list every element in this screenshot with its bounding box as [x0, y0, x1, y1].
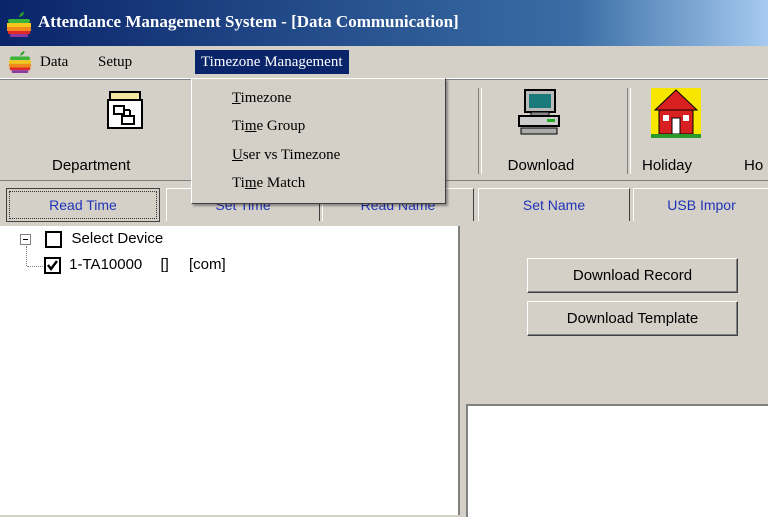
device-name[interactable]: 1-TA10000: [69, 256, 142, 273]
holiday-button[interactable]: Holiday: [636, 80, 716, 180]
school-house-icon: [651, 88, 701, 142]
download-label: Download: [507, 157, 575, 174]
root-checkbox[interactable]: [45, 230, 63, 248]
device-tree: Select Device 1-TA10000 [] [com]: [0, 226, 460, 515]
tree-line: [26, 246, 28, 266]
toolbar-button-truncated[interactable]: Ho: [740, 80, 768, 180]
device-connection: [com]: [188, 256, 226, 273]
menu-item-time-match[interactable]: Time Match: [232, 175, 305, 192]
timezone-management-menu: Timezone Time Group User vs Timezone Tim…: [191, 78, 446, 204]
menu-item-time-group[interactable]: Time Group: [232, 118, 305, 135]
department-icon: [104, 88, 148, 136]
tree-node-device: 1-TA10000 [] [com]: [44, 256, 226, 274]
holiday-label: Holiday: [642, 157, 693, 174]
tree-root: Select Device: [20, 230, 163, 248]
device-checkbox[interactable]: [44, 256, 61, 274]
menu-data[interactable]: Data: [34, 50, 74, 74]
tab-set-name[interactable]: Set Name: [478, 188, 630, 221]
department-button[interactable]: Department: [52, 80, 196, 180]
download-button[interactable]: Download: [482, 80, 600, 180]
window-title: Attendance Management System - [Data Com…: [38, 12, 459, 31]
title-bar: Attendance Management System - [Data Com…: [0, 0, 768, 46]
device-extra: []: [160, 256, 169, 273]
menu-item-user-vs-timezone[interactable]: User vs Timezone: [232, 147, 340, 164]
tab-usb-import[interactable]: USB Impor: [633, 188, 768, 221]
department-label: Department: [52, 157, 131, 174]
app-logo-icon: [6, 11, 32, 41]
truncated-label: Ho: [744, 157, 764, 174]
app-menu-icon[interactable]: [8, 51, 32, 77]
menu-setup[interactable]: Setup: [92, 50, 138, 74]
toolbar-separator: [627, 88, 631, 174]
action-panel: Download Record Download Template: [460, 226, 768, 517]
menu-bar: Data Setup Timezone Management: [0, 46, 768, 79]
tree-root-label[interactable]: Select Device: [72, 230, 164, 247]
download-record-button[interactable]: Download Record: [527, 258, 738, 293]
download-template-button[interactable]: Download Template: [527, 301, 738, 336]
menu-timezone-management[interactable]: Timezone Management: [195, 50, 349, 74]
log-output: [466, 404, 768, 517]
tree-line: [27, 266, 43, 268]
computer-icon: [517, 88, 565, 142]
collapse-icon[interactable]: [20, 233, 31, 245]
menu-item-timezone[interactable]: Timezone: [232, 90, 291, 107]
tab-read-time[interactable]: Read Time: [6, 188, 160, 222]
